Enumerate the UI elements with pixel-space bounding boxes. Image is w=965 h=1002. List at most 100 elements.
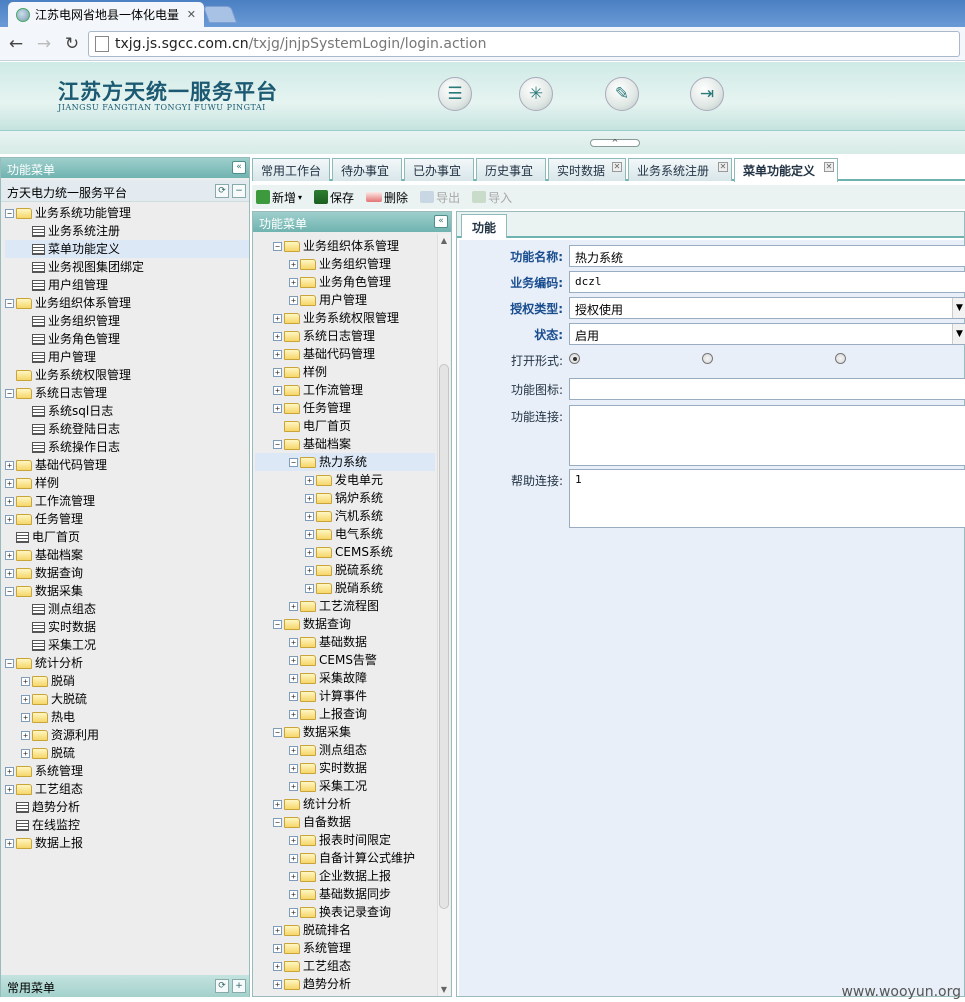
function-tree-item[interactable]: + 采集故障: [255, 669, 435, 687]
function-tree-item[interactable]: + 任务管理: [255, 399, 435, 417]
close-tab-icon[interactable]: ✕: [187, 8, 196, 21]
left-tree-item[interactable]: + 基础档案: [5, 546, 249, 564]
expand-node-icon[interactable]: +: [273, 799, 282, 809]
function-tree-item[interactable]: + 脱硝系统: [255, 579, 435, 597]
function-tree-item[interactable]: + 测点组态: [255, 741, 435, 759]
expand-node-icon[interactable]: +: [273, 331, 282, 341]
function-tree-item[interactable]: + 样例: [255, 363, 435, 381]
function-tree-item[interactable]: − 数据查询: [255, 615, 435, 633]
minus-icon[interactable]: −: [232, 184, 246, 198]
link-textarea[interactable]: [569, 405, 965, 466]
expand-node-icon[interactable]: +: [289, 691, 298, 701]
scroll-down-icon[interactable]: ▼: [438, 985, 450, 994]
left-tree-item[interactable]: + 基础代码管理: [5, 456, 249, 474]
left-tree-item[interactable]: 系统登陆日志: [5, 420, 249, 438]
expand-node-icon[interactable]: +: [305, 511, 314, 521]
left-tree-item[interactable]: 业务视图集团绑定: [5, 258, 249, 276]
expand-node-icon[interactable]: +: [273, 979, 282, 989]
function-tree-item[interactable]: + 上报查询: [255, 705, 435, 723]
name-field[interactable]: 热力系统: [569, 245, 965, 267]
collapse-node-icon[interactable]: −: [5, 586, 14, 596]
function-tree-item[interactable]: − 基础档案: [255, 435, 435, 453]
collapse-node-icon[interactable]: −: [289, 457, 298, 467]
function-tree-item[interactable]: + 基础代码管理: [255, 345, 435, 363]
expand-node-icon[interactable]: +: [289, 637, 298, 647]
collapse-node-icon[interactable]: −: [273, 439, 282, 449]
tab-4[interactable]: 历史事宜: [476, 158, 546, 181]
collapse-node-icon[interactable]: −: [273, 727, 282, 737]
snowflake-icon[interactable]: ✳: [519, 77, 553, 111]
expand-node-icon[interactable]: +: [289, 835, 298, 845]
left-tree-item[interactable]: 电厂首页: [5, 528, 249, 546]
left-tree-item[interactable]: − 业务系统功能管理: [5, 204, 249, 222]
left-tree-item[interactable]: 业务系统权限管理: [5, 366, 249, 384]
left-tree-item[interactable]: 系统操作日志: [5, 438, 249, 456]
chevron-down-icon[interactable]: ▼: [952, 298, 965, 318]
expand-node-icon[interactable]: +: [273, 943, 282, 953]
collapse-header-handle[interactable]: ^: [590, 139, 640, 147]
function-tree-item[interactable]: + 统计分析: [255, 795, 435, 813]
expand-node-icon[interactable]: +: [21, 676, 30, 686]
collapse-node-icon[interactable]: −: [273, 619, 282, 629]
function-tree-item[interactable]: + 基础数据同步: [255, 885, 435, 903]
function-tree-item[interactable]: + 汽机系统: [255, 507, 435, 525]
left-tree-item[interactable]: 业务角色管理: [5, 330, 249, 348]
left-tree-item[interactable]: + 工作流管理: [5, 492, 249, 510]
function-tree-item[interactable]: + 基础数据: [255, 633, 435, 651]
expand-node-icon[interactable]: +: [289, 781, 298, 791]
left-tree-item[interactable]: 在线监控: [5, 816, 249, 834]
function-tree-item[interactable]: − 自备数据: [255, 813, 435, 831]
left-tree-item[interactable]: 用户组管理: [5, 276, 249, 294]
vertical-scrollbar[interactable]: ▲ ▼: [437, 234, 450, 996]
import-button[interactable]: 导入: [472, 189, 512, 206]
expand-node-icon[interactable]: +: [273, 313, 282, 323]
logout-icon[interactable]: ⇥: [690, 77, 724, 111]
collapse-node-icon[interactable]: −: [5, 388, 14, 398]
tab-6[interactable]: 业务系统注册 ✕: [628, 158, 732, 181]
function-tree-item[interactable]: + 系统管理: [255, 939, 435, 957]
left-tree-item[interactable]: 业务组织管理: [5, 312, 249, 330]
expand-node-icon[interactable]: +: [273, 367, 282, 377]
left-tree-item[interactable]: 业务系统注册: [5, 222, 249, 240]
left-tree-item[interactable]: + 数据上报: [5, 834, 249, 852]
function-tree-item[interactable]: + 电气系统: [255, 525, 435, 543]
function-tree-item[interactable]: + CEMS告警: [255, 651, 435, 669]
function-tree-item[interactable]: + 企业数据上报: [255, 867, 435, 885]
new-tab-button[interactable]: [202, 6, 238, 23]
expand-node-icon[interactable]: +: [289, 907, 298, 917]
address-bar[interactable]: txjg.js.sgcc.com.cn/txjg/jnjpSystemLogin…: [88, 31, 960, 57]
expand-node-icon[interactable]: +: [21, 748, 30, 758]
left-tree-item[interactable]: 采集工况: [5, 636, 249, 654]
delete-button[interactable]: 删除: [366, 189, 408, 206]
left-tree-item[interactable]: − 系统日志管理: [5, 384, 249, 402]
reload-icon[interactable]: ↻: [62, 34, 82, 54]
refresh-icon[interactable]: ⟳: [215, 184, 229, 198]
open-mode-radio-2[interactable]: [702, 353, 713, 364]
function-tree-item[interactable]: + 报表时间限定: [255, 831, 435, 849]
left-tree-item[interactable]: + 数据查询: [5, 564, 249, 582]
collapse-node-icon[interactable]: −: [5, 208, 14, 218]
expand-node-icon[interactable]: +: [21, 730, 30, 740]
expand-node-icon[interactable]: +: [5, 784, 14, 794]
function-tree-item[interactable]: + 发电单元: [255, 471, 435, 489]
document-list-icon[interactable]: ☰: [438, 77, 472, 111]
expand-node-icon[interactable]: +: [289, 601, 298, 611]
refresh-common-icon[interactable]: ⟳: [215, 979, 229, 993]
close-tab-icon[interactable]: ✕: [824, 162, 834, 172]
function-tree-item[interactable]: 电厂首页: [255, 417, 435, 435]
left-tree-item[interactable]: − 统计分析: [5, 654, 249, 672]
expand-node-icon[interactable]: +: [5, 496, 14, 506]
expand-node-icon[interactable]: +: [289, 277, 298, 287]
expand-node-icon[interactable]: +: [21, 712, 30, 722]
function-tree-item[interactable]: − 热力系统: [255, 453, 435, 471]
function-tree-item[interactable]: + 计算事件: [255, 687, 435, 705]
expand-node-icon[interactable]: +: [273, 961, 282, 971]
open-mode-radio-1[interactable]: [569, 353, 580, 364]
expand-node-icon[interactable]: +: [305, 547, 314, 557]
code-field[interactable]: dczl: [569, 271, 965, 293]
function-tree-item[interactable]: + 业务组织管理: [255, 255, 435, 273]
edit-icon[interactable]: ✎: [605, 77, 639, 111]
function-tree-item[interactable]: + 换表记录查询: [255, 903, 435, 921]
status-select[interactable]: 启用 ▼: [569, 323, 965, 345]
expand-node-icon[interactable]: +: [5, 838, 14, 848]
